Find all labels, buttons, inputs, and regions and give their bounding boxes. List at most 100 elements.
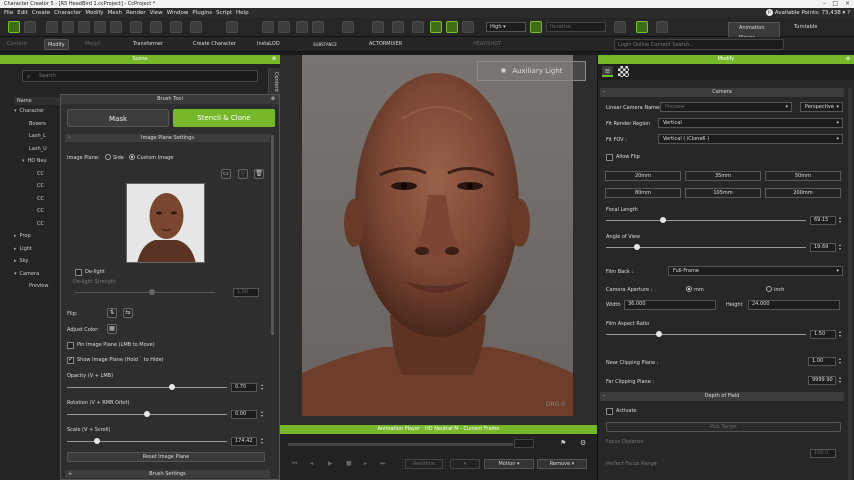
flip-vertical-icon[interactable]: ⇅ (107, 308, 117, 318)
realtime-select[interactable]: Realtime (405, 459, 443, 469)
character-mode-icon[interactable] (8, 21, 20, 33)
render-icon[interactable] (190, 21, 202, 33)
camera-name-input[interactable]: Preview (660, 102, 792, 112)
brush-settings-header[interactable]: + Brush Settings (65, 470, 270, 478)
render-quality-icon[interactable] (530, 21, 542, 33)
render-mode-select[interactable]: Iterative (546, 22, 606, 32)
rotation-slider[interactable] (67, 411, 227, 417)
custom-image-thumbnail[interactable] (126, 183, 205, 263)
scene-tree-item[interactable]: ▸ Prop (14, 232, 31, 241)
far-clipping-spinner[interactable]: ▴ ▾ (837, 376, 843, 385)
export-fbx-icon[interactable] (130, 21, 142, 33)
expand-arrow-icon[interactable]: ▾ (14, 108, 17, 114)
camera-section-header[interactable]: – Camera (600, 88, 844, 97)
morph-button[interactable]: Morph (82, 39, 104, 50)
light-icon[interactable] (614, 21, 626, 33)
menu-modify[interactable]: Modify (85, 8, 103, 18)
far-clipping-input[interactable]: 9999.90 (808, 376, 836, 385)
pin-image-plane-checkbox[interactable] (67, 342, 74, 349)
menu-create[interactable]: Create (32, 8, 50, 18)
scale-slider[interactable] (67, 438, 227, 444)
import-icon[interactable] (94, 21, 106, 33)
open-icon[interactable] (62, 21, 74, 33)
film-back-select[interactable]: Full-Frame (668, 266, 843, 276)
scale-icon[interactable] (372, 21, 384, 33)
prev-frame-icon[interactable]: ◂ (310, 460, 313, 467)
menu-plugins[interactable]: Plugins (192, 8, 212, 18)
save-icon[interactable] (78, 21, 90, 33)
globe-icon[interactable] (462, 21, 474, 33)
fit-render-region-select[interactable]: Vertical (658, 118, 843, 128)
pick-target-button[interactable]: Pick Target (606, 422, 841, 432)
scene-tree-item[interactable]: CC (34, 207, 44, 216)
show-image-plane-checkbox[interactable] (67, 356, 74, 364)
image-plane-settings-header[interactable]: – Image Plane Settings (65, 134, 270, 142)
depth-of-field-header[interactable]: – Depth of Field (600, 392, 844, 401)
flip-horizontal-icon[interactable]: ⇆ (123, 308, 133, 318)
menu-script[interactable]: Script (216, 8, 232, 18)
export-icon[interactable] (110, 21, 122, 33)
scene-tree-item[interactable]: CC (34, 220, 44, 229)
activate-dof-checkbox[interactable] (606, 408, 613, 415)
menu-window[interactable]: Window (167, 8, 189, 18)
scale-spinner[interactable]: ▴ ▾ (259, 437, 265, 446)
stencil-clone-button[interactable]: Stencil & Clone (173, 109, 275, 127)
modify-scrollbar[interactable] (848, 88, 852, 480)
checker-tab-icon[interactable] (618, 66, 629, 77)
focal-length-knob[interactable] (660, 217, 666, 223)
close-icon[interactable]: × (845, 0, 850, 8)
zbrush-icon[interactable] (170, 21, 182, 33)
fit-fov-select[interactable]: Vertical ( iClone6 ) (658, 134, 843, 144)
stop-icon[interactable]: ■ (346, 460, 352, 467)
expand-arrow-icon[interactable]: ▾ (22, 158, 25, 164)
film-aspect-spinner[interactable]: ▴ ▾ (837, 330, 843, 339)
modify-close-icon[interactable]: ⊗ (846, 55, 850, 64)
lens-35mm-button[interactable]: 35mm (685, 171, 761, 181)
undo-icon[interactable] (262, 21, 274, 33)
turntable-button[interactable]: Turntable (786, 22, 817, 32)
scene-tree-item[interactable]: CC (34, 170, 44, 179)
focus-distance-input[interactable]: 100.0 (810, 449, 836, 458)
quality-select[interactable]: High ▾ (486, 22, 526, 32)
menu-render[interactable]: Render (126, 8, 146, 18)
scene-tree-item[interactable]: ▾ Camera (14, 270, 39, 279)
remove-button[interactable]: Remove ▾ (537, 459, 587, 469)
content-search-input[interactable]: Login Online Content Search... (614, 39, 784, 50)
focal-length-input[interactable]: 69.15 (810, 216, 836, 225)
settings-icon[interactable]: ⚙ (580, 439, 586, 447)
rotation-spinner[interactable]: ▴ ▾ (259, 410, 265, 419)
scene-column-name[interactable]: Name (14, 97, 64, 105)
allow-flip-checkbox[interactable] (606, 154, 613, 161)
modify-tab-button[interactable]: Modify (44, 39, 69, 50)
auxiliary-light-button[interactable]: ✺ Auxiliary Light (477, 61, 586, 81)
create-character-button[interactable]: Create Character (190, 39, 239, 50)
camera-view-icon[interactable]: ⚑ (560, 439, 566, 447)
custom-image-radio[interactable]: Custom Image (129, 153, 173, 162)
substance-button[interactable]: SUBSTANCE (310, 39, 340, 50)
scene-tree-item[interactable]: ▸ Light (14, 245, 32, 254)
scene-tree-item[interactable]: Boxers (26, 120, 46, 129)
expand-arrow-icon[interactable]: ▸ (14, 246, 17, 252)
speed-select[interactable]: ▾ (450, 459, 480, 469)
menu-file[interactable]: File (4, 8, 13, 18)
scene-tree-item[interactable]: CC (34, 195, 44, 204)
mm-radio[interactable]: mm (686, 285, 704, 294)
scene-tree-item[interactable]: ▾ HD Neu (22, 157, 47, 166)
lens-105mm-button[interactable]: 105mm (685, 188, 761, 198)
redo-icon[interactable] (278, 21, 290, 33)
lens-20mm-button[interactable]: 20mm (605, 171, 681, 181)
view-icon[interactable] (24, 21, 36, 33)
menu-help[interactable]: Help (236, 8, 249, 18)
rotation-input[interactable]: 0.00 (231, 410, 257, 419)
expand-arrow-icon[interactable]: ▸ (14, 258, 17, 264)
film-aspect-slider[interactable] (606, 331, 806, 337)
maximize-icon[interactable]: □ (832, 0, 838, 8)
brush-close-icon[interactable]: ⊗ (271, 95, 275, 104)
menu-view[interactable]: View (150, 8, 163, 18)
film-aspect-knob[interactable] (656, 331, 662, 337)
last-frame-icon[interactable]: ⏭ (380, 460, 385, 468)
angle-of-view-knob[interactable] (634, 244, 640, 250)
delight-checkbox[interactable] (75, 269, 82, 276)
scene-tree-item[interactable]: CC (34, 182, 44, 191)
motion-button[interactable]: Motion ▾ (484, 459, 534, 469)
